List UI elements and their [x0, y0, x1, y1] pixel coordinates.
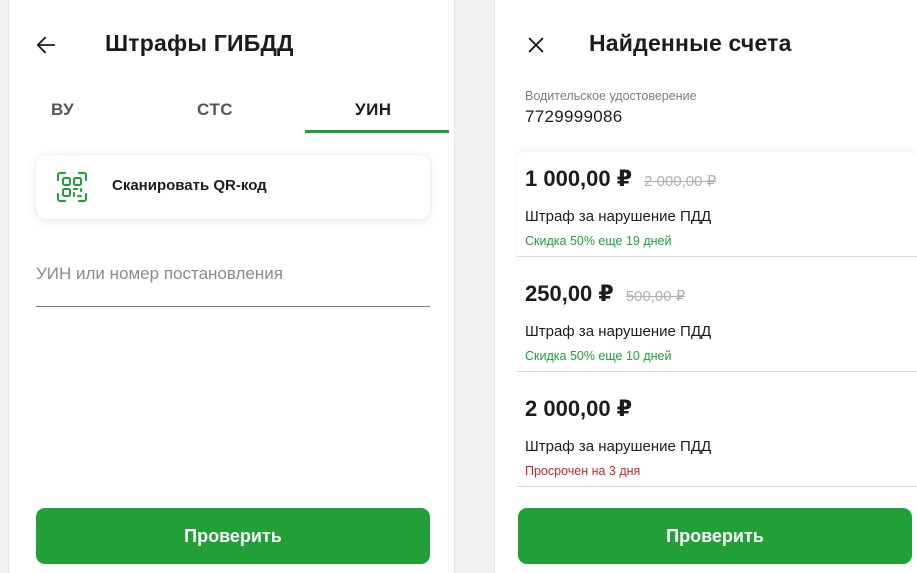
scan-qr-button[interactable]: Сканировать QR-код [36, 155, 430, 219]
document-number: 7729999086 [525, 107, 623, 126]
scan-qr-label: Сканировать QR-код [112, 177, 267, 194]
fine-item[interactable]: 1 000,00 ₽ 2 000,00 ₽ Штраф за нарушение… [517, 152, 917, 257]
fine-amount: 250,00 ₽ [525, 281, 614, 306]
fine-amount-row: 1 000,00 ₽ 2 000,00 ₽ [525, 166, 716, 192]
fine-status: Скидка 50% еще 10 дней [525, 349, 672, 363]
fine-amount-row: 2 000,00 ₽ [525, 396, 632, 422]
active-tab-indicator [305, 130, 449, 133]
qr-code-icon [57, 172, 87, 202]
page-title: Штрафы ГИБДД [105, 30, 294, 56]
fine-list: 1 000,00 ₽ 2 000,00 ₽ Штраф за нарушение… [517, 152, 917, 497]
tab-vu[interactable]: ВУ [51, 100, 74, 120]
tab-uin[interactable]: УИН [355, 100, 392, 120]
fines-search-screen: Штрафы ГИБДД ВУ СТС УИН Сканировать QR-к… [8, 0, 455, 573]
fine-status: Просрочен на 3 дня [525, 464, 641, 478]
tab-bar: ВУ СТС УИН [9, 86, 454, 136]
page-title: Найденные счета [589, 30, 792, 56]
tab-sts[interactable]: СТС [197, 100, 233, 120]
arrow-left-icon[interactable] [35, 34, 57, 56]
fine-old-amount: 500,00 ₽ [625, 288, 686, 305]
check-button[interactable]: Проверить [518, 508, 912, 564]
found-bills-screen: Найденные счета Водительское удостоверен… [494, 0, 917, 573]
fine-amount: 1 000,00 ₽ [525, 166, 633, 191]
fine-amount: 2 000,00 ₽ [525, 396, 633, 421]
fine-old-amount: 2 000,00 ₽ [644, 173, 717, 190]
fine-title: Штраф за нарушение ПДД [525, 438, 712, 455]
fine-amount-row: 250,00 ₽ 500,00 ₽ [525, 281, 685, 307]
uin-input[interactable] [36, 258, 430, 284]
check-button[interactable]: Проверить [36, 508, 430, 564]
document-caption: Водительское удостоверение [525, 89, 697, 103]
fine-item[interactable]: 2 000,00 ₽ Штраф за нарушение ПДД Просро… [517, 382, 917, 487]
fine-title: Штраф за нарушение ПДД [525, 323, 712, 340]
uin-field[interactable] [36, 258, 430, 307]
fine-status: Скидка 50% еще 19 дней [525, 234, 672, 248]
close-icon[interactable] [525, 34, 547, 56]
top-bar: Найденные счета [495, 22, 917, 66]
document-info: Водительское удостоверение 7729999086 [525, 89, 697, 127]
fine-item[interactable]: 250,00 ₽ 500,00 ₽ Штраф за нарушение ПДД… [517, 267, 917, 372]
top-bar: Штрафы ГИБДД [9, 22, 454, 66]
fine-title: Штраф за нарушение ПДД [525, 208, 712, 225]
